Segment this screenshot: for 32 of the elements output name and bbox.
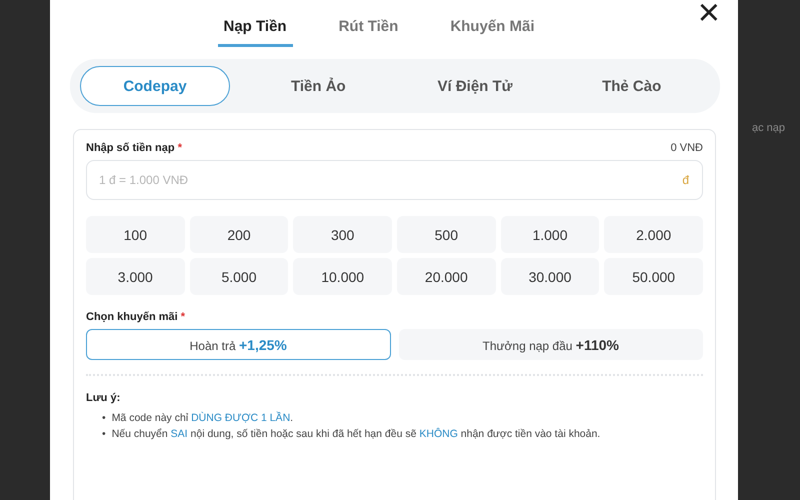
close-button[interactable]: × <box>694 0 724 32</box>
method-tab[interactable]: Ví Điện Tử <box>396 66 554 106</box>
tab[interactable]: Khuyến Mãi <box>444 12 540 47</box>
field-label: Chọn khuyến mãi * <box>86 311 186 323</box>
amount-option[interactable]: 300 <box>293 216 392 253</box>
amount-total: 0 VNĐ <box>670 142 703 154</box>
field-label: Nhập số tiền nạp * <box>86 142 182 154</box>
amount-option[interactable]: 3.000 <box>86 258 185 295</box>
note-text: Mã code này chỉ DÙNG ĐƯỢC 1 LẦN. <box>112 410 294 426</box>
amount-option[interactable]: 1.000 <box>500 216 600 253</box>
bullet: • <box>102 427 106 442</box>
promo-option[interactable]: Hoàn trả +1,25% <box>86 329 390 360</box>
tab[interactable]: Rút Tiền <box>332 12 404 47</box>
amount-option[interactable]: 100 <box>86 216 185 253</box>
amount-option[interactable]: 5.000 <box>190 258 288 295</box>
tab[interactable]: Nạp Tiền <box>218 12 293 47</box>
amount-option[interactable]: 500 <box>396 216 496 253</box>
amount-option[interactable]: 30.000 <box>500 258 600 295</box>
note-text: Nếu chuyển SAI nội dung, số tiền hoặc sau khi đã hết hạn đều sẽ KHÔNG nhận được tiền vào tài khoản. <box>112 426 600 442</box>
method-tab[interactable]: Thẻ Cào <box>553 66 710 106</box>
notes-title: Lưu ý: <box>86 392 120 404</box>
amount-option[interactable]: 50.000 <box>604 258 703 295</box>
amount-option[interactable]: 10.000 <box>293 258 392 295</box>
amount-option[interactable]: 20.000 <box>396 258 496 295</box>
promo-option[interactable]: Thưởng nạp đầu +110% <box>398 329 703 360</box>
method-tab[interactable]: Codepay <box>80 66 230 106</box>
amount-option[interactable]: 2.000 <box>604 216 703 253</box>
method-tab[interactable]: Tiền Ảo <box>240 66 397 106</box>
amount-option[interactable]: 200 <box>190 216 288 253</box>
currency-sign: đ <box>682 173 689 187</box>
bullet: • <box>102 411 106 426</box>
background-text: ạc nạp <box>752 122 786 134</box>
